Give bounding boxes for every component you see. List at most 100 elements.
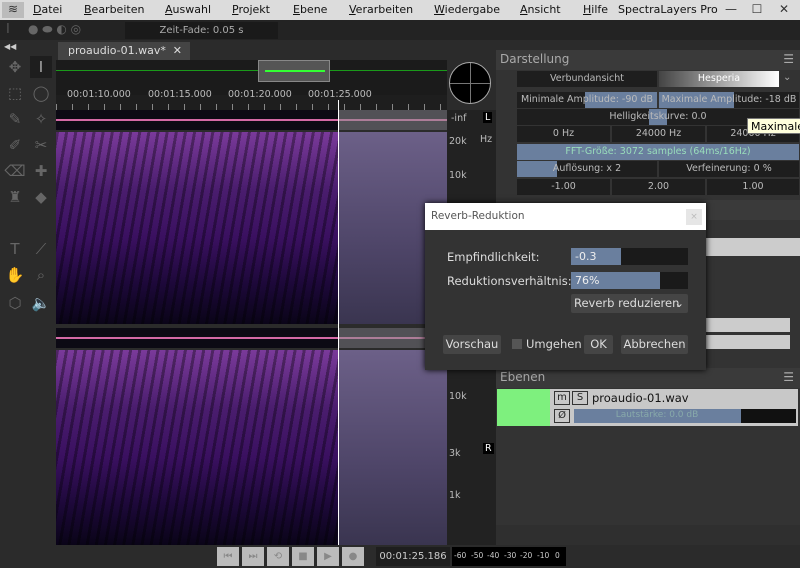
view-mode-select[interactable]: Verbundansicht: [517, 71, 657, 87]
playhead[interactable]: [338, 100, 339, 545]
menu-datei[interactable]: Datei: [33, 3, 62, 16]
layer-item[interactable]: m S proaudio-01.wav Ø Lautstärke: 0.0 dB: [497, 389, 798, 426]
channel-right-label: R: [483, 443, 494, 454]
eraser-icon[interactable]: ⌫: [4, 160, 26, 182]
fft-size-slider[interactable]: FFT-Größe: 3072 samples (64ms/16Hz): [517, 144, 799, 160]
value-field-2[interactable]: 2.00: [612, 179, 705, 195]
time-fade-field[interactable]: Zeit-Fade: 0.05 s: [125, 22, 278, 39]
sensitivity-label: Empfindlichkeit:: [447, 250, 540, 264]
palette-select[interactable]: Hesperia: [659, 71, 779, 87]
navigation-cube-icon[interactable]: [449, 62, 491, 104]
pencil-icon[interactable]: ✐: [4, 134, 26, 156]
eyedropper-icon[interactable]: ⟋: [30, 238, 52, 260]
volume-slider[interactable]: Lautstärke: 0.0 dB: [574, 409, 796, 423]
sensitivity-slider[interactable]: -0.3: [571, 248, 688, 265]
loop-icon[interactable]: ⟲: [267, 547, 289, 566]
panel-menu-icon[interactable]: ☰: [783, 52, 794, 66]
skip-end-icon[interactable]: ⏭: [242, 547, 264, 566]
cut-icon[interactable]: ✂: [30, 134, 52, 156]
collapse-icon[interactable]: ◀◀: [4, 42, 16, 51]
spectrogram-right[interactable]: [56, 350, 447, 545]
tab-proaudio[interactable]: proaudio-01.wav* ✕: [58, 42, 190, 60]
zoom-icon[interactable]: ⌕: [30, 264, 52, 286]
move-tool-icon[interactable]: ✥: [4, 56, 26, 78]
menu-bearbeiten[interactable]: Bearbeiten: [84, 3, 144, 16]
time-display: 00:01:25.186: [376, 547, 450, 566]
freq-tick: 20k: [449, 136, 467, 147]
tool-palette: ◀◀ ✥ I ⬚ ◯ ✎ ✧ ✐ ✂ ⌫ ✚ ♜ ◆ T ⟋ ✋ ⌕ ⬡ 🔈: [0, 42, 55, 545]
mute-button[interactable]: m: [554, 391, 570, 405]
panel-field[interactable]: [706, 238, 800, 256]
bypass-label[interactable]: Umgehen: [526, 337, 582, 351]
ok-button[interactable]: OK: [584, 335, 613, 354]
chevron-down-icon[interactable]: ⌄: [783, 72, 791, 83]
reverb-reduction-dialog: Reverb-Reduktion × Empfindlichkeit: -0.3…: [425, 203, 706, 370]
refinement-slider[interactable]: Verfeinerung: 0 %: [659, 161, 799, 177]
dialog-title: Reverb-Reduktion: [431, 210, 525, 222]
menu-wiedergabe[interactable]: Wiedergabe: [434, 3, 500, 16]
waveform-right[interactable]: [56, 328, 447, 348]
panel-title: Darstellung: [500, 52, 570, 66]
fill-icon[interactable]: ◆: [30, 186, 52, 208]
time-ruler[interactable]: 00:01:10.000 00:01:15.000 00:01:20.000 0…: [56, 89, 447, 110]
stamp-icon[interactable]: ♜: [4, 186, 26, 208]
freq-unit: Hz: [480, 134, 493, 145]
cube-icon[interactable]: ⬡: [4, 292, 26, 314]
minimize-icon[interactable]: —: [720, 2, 742, 18]
bandage-icon[interactable]: ✚: [30, 160, 52, 182]
phase-invert-button[interactable]: Ø: [554, 409, 570, 423]
list-item[interactable]: [706, 318, 790, 332]
tab-close-icon[interactable]: ✕: [173, 44, 182, 57]
panel-title: Ebenen: [500, 370, 546, 384]
meter-tick: -20: [520, 551, 533, 560]
ruler-tick: 00:01:10.000: [67, 89, 131, 100]
hand-icon[interactable]: ✋: [4, 264, 26, 286]
time-select-tool-icon[interactable]: I: [30, 56, 52, 78]
freq-tick: 3k: [449, 448, 461, 459]
resolution-slider[interactable]: Auflösung: x 2: [517, 161, 657, 177]
freq-min-field[interactable]: 0 Hz: [517, 126, 610, 142]
mode-dropdown[interactable]: Reverb reduzieren ⌄: [571, 294, 688, 313]
menu-verarbeiten[interactable]: Verarbeiten: [349, 3, 413, 16]
list-item[interactable]: [706, 335, 790, 349]
menu-projekt[interactable]: Projekt: [232, 3, 270, 16]
speaker-icon[interactable]: 🔈: [30, 292, 52, 314]
lasso-icon[interactable]: ◯: [30, 82, 52, 104]
dialog-close-button[interactable]: ×: [686, 209, 702, 225]
menu-auswahl[interactable]: Auswahl: [165, 3, 211, 16]
ruler-tick: 00:01:20.000: [228, 89, 292, 100]
bypass-checkbox[interactable]: [512, 339, 522, 349]
close-window-icon[interactable]: ✕: [773, 2, 795, 18]
max-amplitude-slider[interactable]: Maximale Amplitude: -18 dB: [659, 92, 799, 108]
min-amplitude-slider[interactable]: Minimale Amplitude: -90 dB: [517, 92, 657, 108]
meter-tick: -30: [504, 551, 517, 560]
menu-ebene[interactable]: Ebene: [293, 3, 327, 16]
cancel-button[interactable]: Abbrechen: [621, 335, 688, 354]
maximize-icon[interactable]: ☐: [746, 2, 768, 18]
panel-menu-icon[interactable]: ☰: [783, 370, 794, 384]
menu-hilfe[interactable]: Hilfe: [583, 3, 608, 16]
value-field-3[interactable]: 1.00: [707, 179, 799, 195]
spectrogram-left[interactable]: [56, 132, 447, 324]
skip-start-icon[interactable]: ⏮: [217, 547, 239, 566]
solo-button[interactable]: S: [572, 391, 588, 405]
rect-select-icon[interactable]: ⬚: [4, 82, 26, 104]
brush-icon[interactable]: ✎: [4, 108, 26, 130]
record-icon[interactable]: ●: [342, 547, 364, 566]
play-icon[interactable]: ▶: [317, 547, 339, 566]
menu-ansicht[interactable]: Ansicht: [520, 3, 561, 16]
layers-footer: [496, 525, 800, 545]
freq-max-field[interactable]: 24000 Hz: [612, 126, 705, 142]
value-field-1[interactable]: -1.00: [517, 179, 610, 195]
preview-button[interactable]: Vorschau: [443, 335, 501, 354]
overview-viewport-handle[interactable]: [258, 60, 330, 82]
dialog-title-bar: Reverb-Reduktion ×: [425, 203, 706, 230]
waveform-left[interactable]: [56, 110, 447, 130]
layer-name[interactable]: proaudio-01.wav: [592, 391, 689, 405]
ratio-slider[interactable]: 76%: [571, 272, 688, 289]
selection-mode-icons[interactable]: ● ⬬ ◐ ◎: [28, 22, 120, 38]
magic-wand-icon[interactable]: ✧: [30, 108, 52, 130]
stop-icon[interactable]: ■: [292, 547, 314, 566]
text-tool-icon[interactable]: T: [4, 238, 26, 260]
freq-tick: 10k: [449, 170, 467, 181]
